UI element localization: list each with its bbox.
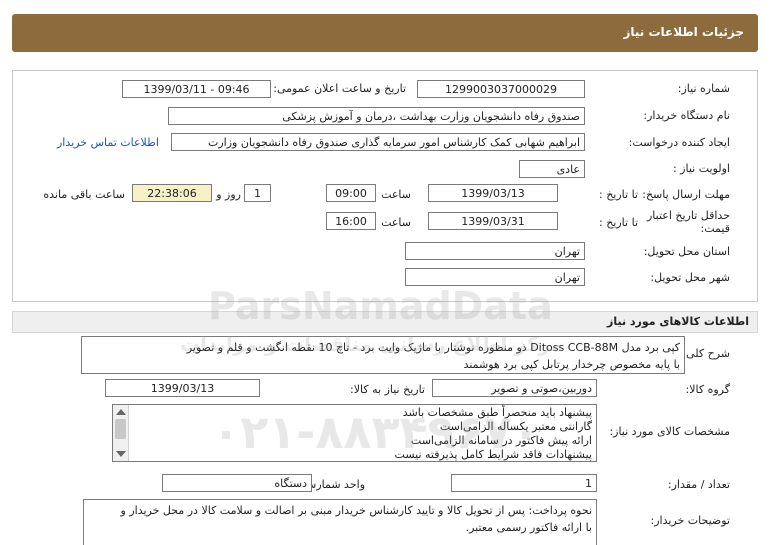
deadline-label: مهلت ارسال پاسخ: xyxy=(642,188,730,201)
need-number-field: 1299003037000029 xyxy=(417,80,585,98)
validity-time-field: 16:00 xyxy=(326,212,376,230)
buyer-notes-line: با ارائه فاکتور رسمی معتبر. xyxy=(465,521,592,534)
goods-specs-list[interactable]: پیشنهاد باید منحصراً طبق مشخصات باشد گار… xyxy=(112,404,597,462)
days-remaining-field: 1 xyxy=(244,184,271,202)
need-date-field: 1399/03/13 xyxy=(105,379,260,397)
goods-section-title: اطلاعات کالاهای مورد نیاز xyxy=(607,315,749,328)
validity-to-date-label: تا تاریخ : xyxy=(599,216,638,229)
remaining-time-field: 22:38:06 xyxy=(132,184,212,202)
validity-date-field: 1399/03/31 xyxy=(428,212,558,230)
buyer-notes-box: نحوه پرداخت: پس از تحویل کالا و تایید کا… xyxy=(83,499,597,545)
scroll-down-icon[interactable] xyxy=(116,451,126,457)
scroll-thumb[interactable] xyxy=(115,419,126,439)
need-description-line: با پایه مخصوص چرخدار پرتابل کپی برد هوشم… xyxy=(463,358,680,371)
priority-field: عادی xyxy=(519,160,585,178)
validity-label: حداقل تاریخ اعتبار قیمت: xyxy=(646,209,730,235)
specs-scrollbar[interactable] xyxy=(113,405,129,461)
announce-field: 1399/03/11 - 09:46 xyxy=(122,80,271,98)
quantity-label: تعداد / مقدار: xyxy=(667,478,730,491)
goods-specs-label: مشخصات کالای مورد نیاز: xyxy=(609,425,730,438)
creator-label: ایجاد کننده درخواست: xyxy=(628,136,730,149)
deadline-to-date-label: تا تاریخ : xyxy=(599,188,638,201)
scroll-up-icon[interactable] xyxy=(116,409,126,415)
creator-field: ابراهیم شهابی کمک کارشناس امور سرمایه گذ… xyxy=(171,133,585,151)
spec-item: ارائه پیش فاکتور در سامانه الزامی‌است xyxy=(410,434,592,447)
buyer-label: نام دستگاه خریدار: xyxy=(643,109,730,122)
city-field: تهران xyxy=(405,268,585,286)
details-panel xyxy=(12,70,758,302)
validity-time-label: ساعت xyxy=(381,216,411,229)
quantity-field: 1 xyxy=(451,474,597,492)
priority-label: اولویت نیاز : xyxy=(672,162,730,175)
deadline-time-field: 09:00 xyxy=(326,184,376,202)
province-label: استان محل تحویل: xyxy=(643,245,730,258)
province-field: تهران xyxy=(405,242,585,260)
buyer-field: صندوق رفاه دانشجویان وزارت بهداشت ،درمان… xyxy=(168,107,585,125)
spec-item: پیشنهادات فاقد شرایط کامل پذیرفته نیست xyxy=(394,448,592,461)
specs-items: پیشنهاد باید منحصراً طبق مشخصات باشد گار… xyxy=(394,406,592,461)
announce-label: تاریخ و ساعت اعلان عمومی: xyxy=(273,82,406,95)
days-label: روز و xyxy=(216,188,241,201)
need-date-label: تاریخ نیاز به کالا: xyxy=(350,383,425,396)
unit-field: دستگاه xyxy=(162,474,312,492)
spec-item: پیشنهاد باید منحصراً طبق مشخصات باشد xyxy=(402,406,592,419)
page-title: جزئیات اطلاعات نیاز xyxy=(623,25,744,39)
goods-group-field: دوربین،صوتی و تصویر xyxy=(432,379,597,397)
city-label: شهر محل تحویل: xyxy=(650,271,730,284)
need-description-line: کپی برد مدل Ditoss CCB-88M ذو منظوره نوش… xyxy=(186,341,680,354)
need-description-box: کپی برد مدل Ditoss CCB-88M ذو منظوره نوش… xyxy=(81,336,685,374)
remaining-label: ساعت باقی مانده xyxy=(43,188,125,201)
page-title-bar: جزئیات اطلاعات نیاز xyxy=(12,14,758,52)
goods-group-label: گروه کالا: xyxy=(685,383,730,396)
buyer-notes-line: نحوه پرداخت: پس از تحویل کالا و تایید کا… xyxy=(120,504,592,517)
need-number-label: شماره نیاز: xyxy=(677,82,730,95)
buyer-notes-label: توضیحات خریدار: xyxy=(650,514,731,527)
deadline-date-field: 1399/03/13 xyxy=(428,184,558,202)
goods-section-header: اطلاعات کالاهای مورد نیاز xyxy=(12,311,758,333)
spec-item: گارانتی معتبر یکساله الزامی‌است xyxy=(439,420,592,433)
deadline-time-label: ساعت xyxy=(381,188,411,201)
buyer-contact-link[interactable]: اطلاعات تماس خریدار xyxy=(57,136,159,149)
